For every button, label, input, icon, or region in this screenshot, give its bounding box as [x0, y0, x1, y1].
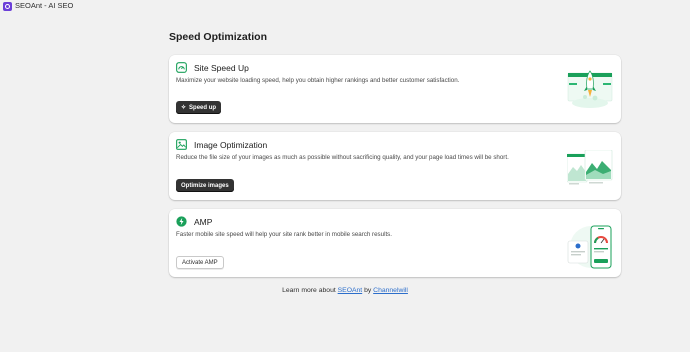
- rocket-illustration: [567, 70, 613, 108]
- amp-card: AMP Faster mobile site speed will help y…: [169, 209, 621, 277]
- speed-up-button[interactable]: ✧ Speed up: [176, 101, 222, 114]
- channelwill-link[interactable]: Channelwill: [373, 287, 408, 294]
- card-title: Image Optimization: [194, 139, 268, 150]
- card-description: Reduce the file size of your images as m…: [176, 154, 509, 161]
- card-header: Image Optimization: [176, 139, 267, 150]
- mobile-speed-illustration: [567, 225, 612, 269]
- card-header: AMP: [176, 216, 212, 227]
- app-topbar: SEOAnt - AI SEO: [0, 0, 690, 13]
- activate-amp-button[interactable]: Activate AMP: [176, 256, 224, 269]
- optimize-images-button[interactable]: Optimize images: [176, 179, 234, 192]
- site-speed-up-card: Site Speed Up Maximize your website load…: [169, 55, 621, 123]
- amp-bolt-icon: [176, 216, 187, 227]
- footer-prefix: Learn more about: [282, 287, 336, 294]
- image-compression-illustration: [567, 150, 613, 185]
- card-header: Site Speed Up: [176, 62, 249, 73]
- card-title: AMP: [194, 216, 213, 227]
- button-label: Optimize images: [181, 182, 229, 189]
- page-title: Speed Optimization: [169, 31, 268, 43]
- image-icon: [176, 139, 187, 150]
- button-label: Speed up: [189, 104, 217, 111]
- seoant-link[interactable]: SEOAnt: [338, 287, 363, 294]
- image-optimization-card: Image Optimization Reduce the file size …: [169, 132, 621, 200]
- app-logo-icon: [3, 2, 12, 11]
- card-description: Maximize your website loading speed, hel…: [176, 77, 460, 84]
- footer-middle: by: [364, 287, 372, 294]
- bolt-icon: ✧: [181, 105, 187, 111]
- footer-learn-more: Learn more about SEOAnt by Channelwill: [0, 287, 690, 294]
- speedometer-icon: [176, 62, 187, 73]
- app-title: SEOAnt - AI SEO: [15, 1, 74, 10]
- card-title: Site Speed Up: [194, 62, 249, 73]
- card-description: Faster mobile site speed will help your …: [176, 231, 392, 238]
- button-label: Activate AMP: [182, 259, 218, 266]
